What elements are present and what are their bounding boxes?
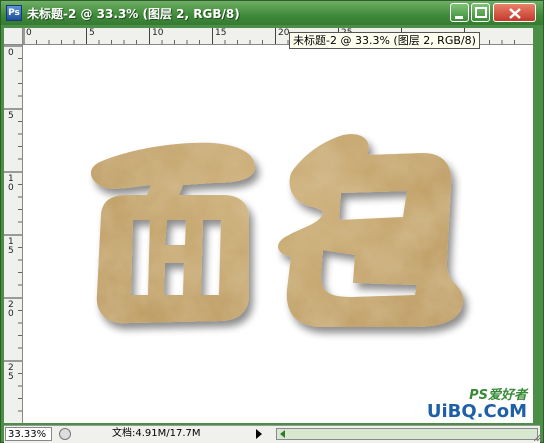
document-canvas[interactable]: PS爱好者 UiBQ.CoM xyxy=(23,45,533,423)
document-size: 文档:4.91M/17.7M xyxy=(112,428,201,439)
scroll-left-icon[interactable] xyxy=(277,429,289,439)
artwork-bread-text xyxy=(90,134,463,328)
maximize-icon xyxy=(475,7,487,18)
status-bar: 33.33% 文档:4.91M/17.7M xyxy=(4,425,542,443)
watermark-line2: UiBQ.CoM xyxy=(426,401,527,422)
hruler-label: 0 xyxy=(26,28,32,38)
vruler-label: 20 xyxy=(8,300,14,319)
hruler-label: 5 xyxy=(89,28,95,38)
photoshop-doc-icon[interactable]: Ps xyxy=(6,5,22,21)
status-menu-icon[interactable] xyxy=(59,428,71,440)
window-title: 未标题-2 @ 33.3% (图层 2, RGB/8) xyxy=(27,7,240,21)
vruler-label: 0 xyxy=(8,48,14,58)
minimize-icon xyxy=(455,16,463,19)
vertical-ruler[interactable]: 0 5 10 15 20 25 xyxy=(4,45,23,423)
resize-grip-icon[interactable] xyxy=(534,429,542,441)
vruler-label: 15 xyxy=(8,237,14,256)
scroll-right-icon[interactable] xyxy=(254,428,264,440)
hruler-label: 10 xyxy=(152,28,164,38)
vruler-label: 5 xyxy=(8,111,14,121)
vruler-label: 25 xyxy=(8,363,14,382)
maximize-button[interactable] xyxy=(471,3,490,22)
title-bar[interactable]: Ps 未标题-2 @ 33.3% (图层 2, RGB/8) xyxy=(1,1,543,25)
minimize-button[interactable] xyxy=(450,3,469,22)
close-button[interactable] xyxy=(493,3,536,22)
hruler-label: 20 xyxy=(278,28,290,38)
horizontal-scrollbar[interactable] xyxy=(276,428,538,440)
vruler-label: 10 xyxy=(8,174,14,193)
site-watermark: PS爱好者 UiBQ.CoM xyxy=(427,384,527,421)
ruler-origin[interactable] xyxy=(4,28,23,45)
hruler-label: 15 xyxy=(215,28,227,38)
zoom-field[interactable]: 33.33% xyxy=(5,427,52,441)
close-icon xyxy=(509,8,521,19)
document-window: Ps 未标题-2 @ 33.3% (图层 2, RGB/8) 0 5 10 15… xyxy=(0,0,544,443)
title-tooltip: 未标题-2 @ 33.3% (图层 2, RGB/8) xyxy=(289,32,480,49)
